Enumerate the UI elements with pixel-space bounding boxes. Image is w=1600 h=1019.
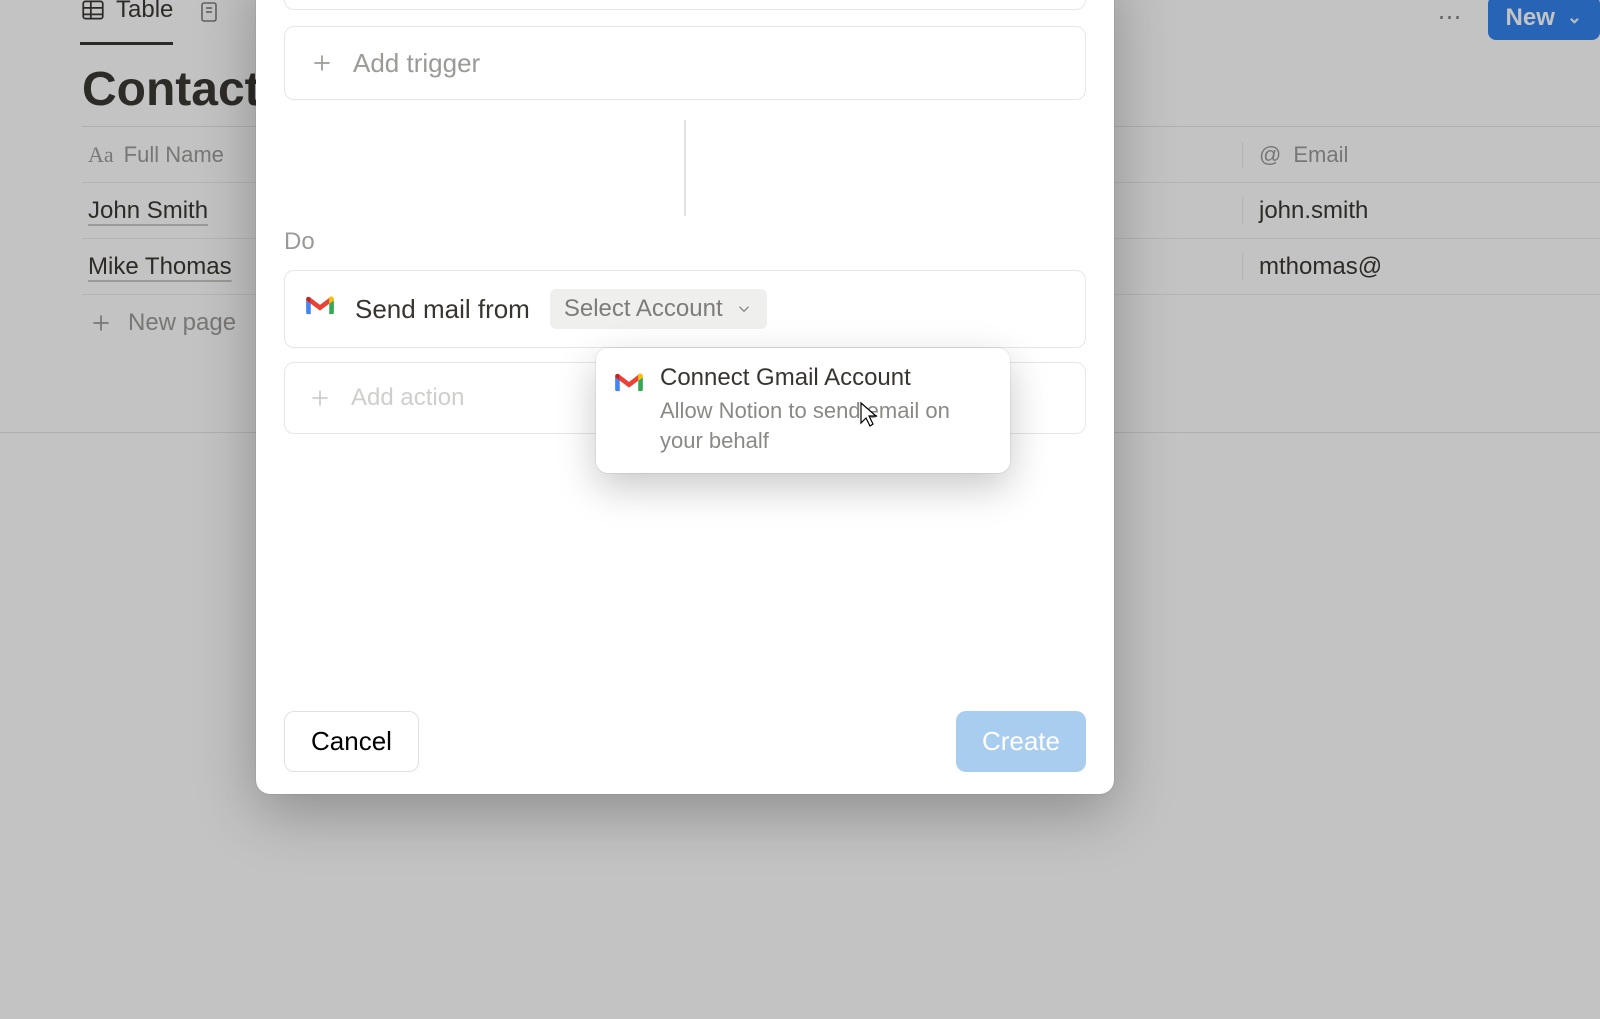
create-button[interactable]: Create	[956, 711, 1086, 772]
gmail-icon	[305, 291, 335, 328]
create-button-label: Create	[982, 726, 1060, 756]
plus-icon	[307, 385, 333, 411]
add-action-label: Add action	[351, 384, 464, 412]
action-send-mail[interactable]: Send mail from Select Account	[284, 270, 1086, 348]
chevron-down-icon	[735, 300, 753, 318]
flow-connector	[684, 120, 686, 216]
gmail-icon	[614, 364, 644, 455]
modal-footer: Cancel Create	[284, 711, 1086, 772]
trigger-page-added[interactable]: Page added	[284, 0, 1086, 10]
cancel-button[interactable]: Cancel	[284, 711, 419, 772]
add-trigger-label: Add trigger	[353, 48, 480, 79]
send-mail-label: Send mail from	[355, 294, 530, 325]
connect-gmail-desc: Allow Notion to send email on your behal…	[660, 396, 992, 455]
select-account-label: Select Account	[564, 295, 723, 323]
cancel-button-label: Cancel	[311, 726, 392, 756]
add-trigger[interactable]: Add trigger	[284, 26, 1086, 100]
select-account-dropdown[interactable]: Select Account	[550, 289, 767, 329]
plus-icon	[309, 50, 335, 76]
section-do-label: Do	[284, 228, 1086, 256]
automation-modal: Page added Add trigger Do Send mail from…	[256, 0, 1114, 794]
connect-gmail-popover[interactable]: Connect Gmail Account Allow Notion to se…	[596, 348, 1010, 473]
connect-gmail-title: Connect Gmail Account	[660, 364, 992, 392]
